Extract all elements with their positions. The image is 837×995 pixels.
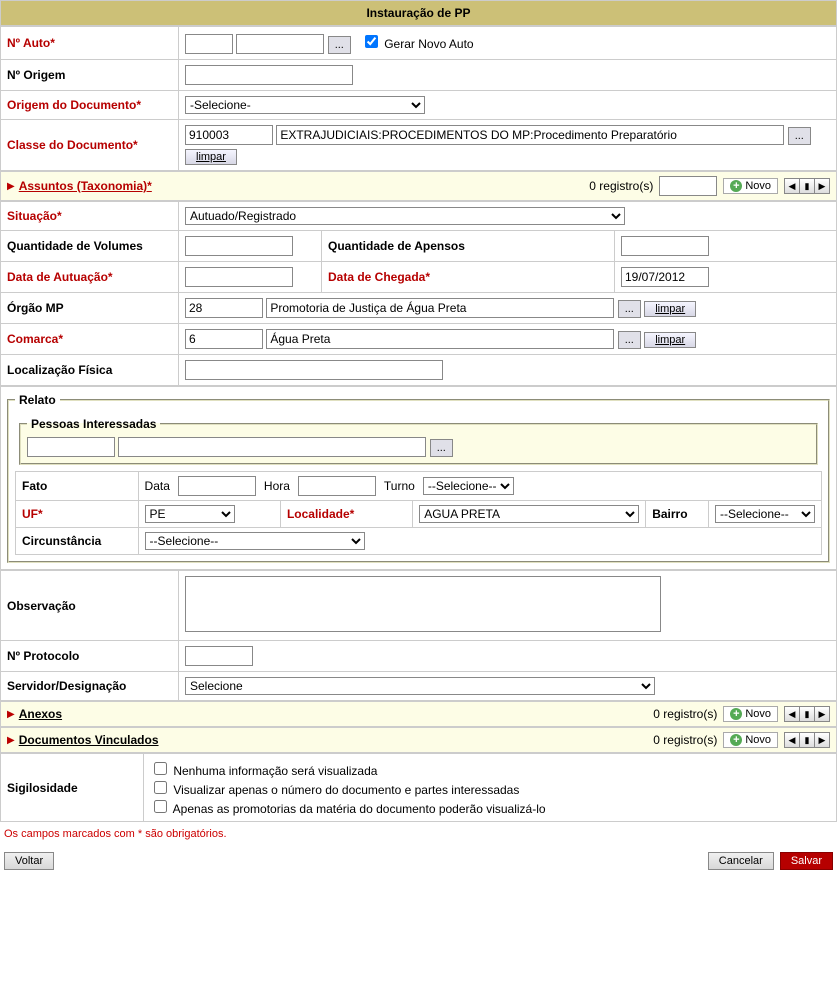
data-autuacao-input[interactable]	[185, 267, 293, 287]
pessoas-fieldset: Pessoas Interessadas ...	[19, 417, 818, 465]
sigil-checkbox-1[interactable]	[154, 762, 167, 775]
expand-icon[interactable]: ▶	[7, 181, 15, 192]
sigilosidade-label: Sigilosidade	[1, 754, 144, 822]
docs-vinc-count: 0 registro(s)	[653, 733, 717, 747]
turno-label: Turno	[384, 479, 415, 493]
fato-hora-input[interactable]	[298, 476, 376, 496]
assuntos-count: 0 registro(s)	[589, 179, 653, 193]
orgao-desc-input[interactable]	[266, 298, 614, 318]
bairro-label: Bairro	[646, 501, 709, 528]
relato-legend: Relato	[15, 393, 60, 407]
uf-select[interactable]: PE	[145, 505, 235, 523]
assuntos-search-input[interactable]	[659, 176, 717, 196]
servidor-label: Servidor/Designação	[1, 672, 179, 701]
anexos-link[interactable]: Anexos	[19, 707, 62, 721]
pessoas-input-1[interactable]	[27, 437, 115, 457]
circunstancia-select[interactable]: --Selecione--	[145, 532, 365, 550]
qtd-apensos-label: Quantidade de Apensos	[322, 231, 615, 262]
comarca-label: Comarca*	[1, 324, 179, 355]
qtd-apensos-input[interactable]	[621, 236, 709, 256]
circunstancia-label: Circunstância	[16, 528, 139, 555]
relato-fieldset: Relato Pessoas Interessadas ... Fato Dat…	[7, 393, 830, 563]
classe-code-input[interactable]	[185, 125, 273, 145]
fato-data-input[interactable]	[178, 476, 256, 496]
data-label: Data	[145, 479, 170, 493]
page-title: Instauração de PP	[0, 0, 837, 26]
qtd-volumes-input[interactable]	[185, 236, 293, 256]
required-footnote: Os campos marcados com * são obrigatório…	[0, 822, 837, 846]
protocolo-label: Nº Protocolo	[1, 641, 179, 672]
n-auto-label: Nº Auto*	[1, 27, 179, 60]
sigil-text-3: Apenas as promotorias da matéria do docu…	[173, 802, 546, 816]
sigil-text-1: Nenhuma informação será visualizada	[173, 764, 377, 778]
localidade-label: Localidade*	[287, 507, 354, 521]
expand-icon[interactable]: ▶	[7, 735, 15, 746]
orgao-lookup-button[interactable]: ...	[618, 300, 641, 318]
hora-label: Hora	[264, 479, 290, 493]
origem-doc-select[interactable]: -Selecione-	[185, 96, 425, 114]
data-autuacao-label: Data de Autuação*	[1, 262, 179, 293]
plus-icon: +	[730, 734, 742, 746]
data-chegada-input[interactable]	[621, 267, 709, 287]
n-auto-lookup-button[interactable]: ...	[328, 36, 351, 54]
observacao-textarea[interactable]	[185, 576, 661, 632]
sigil-text-2: Visualizar apenas o número do documento …	[173, 783, 519, 797]
assuntos-nav[interactable]: ◀▮▶	[784, 178, 830, 194]
servidor-select[interactable]: Selecione	[185, 677, 655, 695]
anexos-nav[interactable]: ◀▮▶	[784, 706, 830, 722]
classe-doc-label: Classe do Documento*	[1, 120, 179, 171]
turno-select[interactable]: --Selecione--	[423, 477, 514, 495]
docs-vinc-link[interactable]: Documentos Vinculados	[19, 733, 159, 747]
sigil-checkbox-3[interactable]	[154, 800, 167, 813]
orgao-mp-label: Órgão MP	[1, 293, 179, 324]
expand-icon[interactable]: ▶	[7, 709, 15, 720]
situacao-select[interactable]: Autuado/Registrado	[185, 207, 625, 225]
comarca-lookup-button[interactable]: ...	[618, 331, 641, 349]
data-chegada-label: Data de Chegada*	[322, 262, 615, 293]
pessoas-legend: Pessoas Interessadas	[27, 417, 160, 431]
localizacao-label: Localização Física	[1, 355, 179, 386]
docs-vinc-nav[interactable]: ◀▮▶	[784, 732, 830, 748]
comarca-limpar-button[interactable]: limpar	[644, 332, 696, 348]
pessoas-input-2[interactable]	[118, 437, 426, 457]
situacao-label: Situação*	[1, 202, 179, 231]
docs-vinc-band: ▶ Documentos Vinculados 0 registro(s) +N…	[0, 727, 837, 753]
origem-doc-label: Origem do Documento*	[1, 91, 179, 120]
docs-vinc-novo-button[interactable]: +Novo	[723, 732, 778, 748]
anexos-count: 0 registro(s)	[653, 707, 717, 721]
assuntos-band: ▶ Assuntos (Taxonomia)* 0 registro(s) +N…	[0, 171, 837, 201]
bairro-select[interactable]: --Selecione--	[715, 505, 815, 523]
n-origem-input[interactable]	[185, 65, 353, 85]
n-auto-input-1[interactable]	[185, 34, 233, 54]
assuntos-link[interactable]: Assuntos (Taxonomia)*	[19, 179, 152, 193]
comarca-code-input[interactable]	[185, 329, 263, 349]
uf-label: UF*	[22, 507, 43, 521]
orgao-code-input[interactable]	[185, 298, 263, 318]
localizacao-input[interactable]	[185, 360, 443, 380]
localidade-select[interactable]: AGUA PRETA	[419, 505, 639, 523]
voltar-button[interactable]: Voltar	[4, 852, 54, 870]
plus-icon: +	[730, 708, 742, 720]
qtd-volumes-label: Quantidade de Volumes	[1, 231, 179, 262]
assuntos-novo-button[interactable]: +Novo	[723, 178, 778, 194]
gerar-novo-auto-label: Gerar Novo Auto	[384, 37, 473, 51]
classe-limpar-button[interactable]: limpar	[185, 149, 237, 165]
cancelar-button[interactable]: Cancelar	[708, 852, 774, 870]
salvar-button[interactable]: Salvar	[780, 852, 833, 870]
plus-icon: +	[730, 180, 742, 192]
n-auto-input-2[interactable]	[236, 34, 324, 54]
fato-label: Fato	[16, 472, 139, 501]
sigil-checkbox-2[interactable]	[154, 781, 167, 794]
n-origem-label: Nº Origem	[1, 60, 179, 91]
classe-desc-input[interactable]	[276, 125, 784, 145]
observacao-label: Observação	[1, 571, 179, 641]
classe-lookup-button[interactable]: ...	[788, 127, 811, 145]
orgao-limpar-button[interactable]: limpar	[644, 301, 696, 317]
gerar-novo-auto-checkbox[interactable]	[365, 35, 378, 48]
pessoas-lookup-button[interactable]: ...	[430, 439, 453, 457]
anexos-band: ▶ Anexos 0 registro(s) +Novo ◀▮▶	[0, 701, 837, 727]
comarca-desc-input[interactable]	[266, 329, 614, 349]
anexos-novo-button[interactable]: +Novo	[723, 706, 778, 722]
protocolo-input[interactable]	[185, 646, 253, 666]
